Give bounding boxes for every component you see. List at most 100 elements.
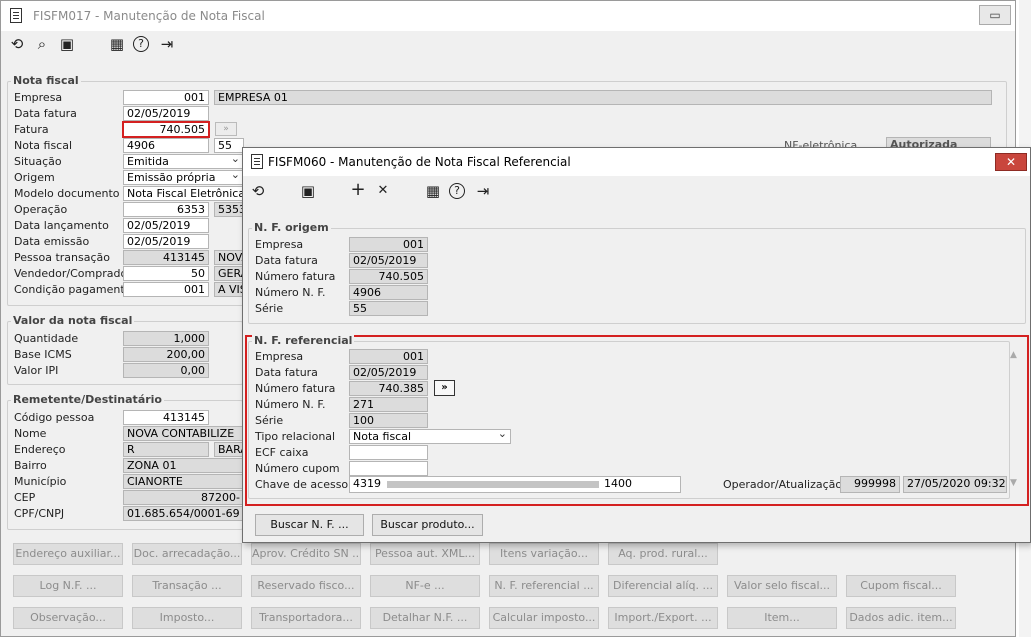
cep-label: CEP (14, 491, 36, 504)
nfe-button[interactable]: NF-e ... (370, 575, 480, 597)
scroll-up-icon[interactable]: ▲ (1010, 350, 1017, 360)
cupom-fiscal-button[interactable]: Cupom fiscal... (846, 575, 956, 597)
ref-serie-label: Série (255, 414, 284, 427)
aq-prod-rural-button[interactable]: Aq. prod. rural... (608, 543, 718, 565)
chave-acesso-field[interactable]: 4319 1400 (349, 476, 681, 493)
condicao-label: Condição pagamento (14, 283, 132, 296)
delete-icon[interactable]: ✕ (374, 182, 392, 200)
document-icon (251, 154, 263, 169)
log-nf-button[interactable]: Log N.F. ... (13, 575, 123, 597)
diferencial-aliq-button[interactable]: Diferencial alíq. ... (608, 575, 718, 597)
ecf-caixa-label: ECF caixa (255, 446, 309, 459)
nf-referencial-button[interactable]: N. F. referencial ... (489, 575, 599, 597)
scroll-down-icon[interactable]: ▼ (1010, 478, 1017, 488)
quantidade-field: 1,000 (123, 331, 209, 346)
situacao-select[interactable]: Emitida (123, 154, 244, 169)
detalhar-nf-button[interactable]: Detalhar N.F. ... (370, 607, 480, 629)
undo-icon[interactable]: ⟲ (8, 35, 26, 53)
valor-ipi-label: Valor IPI (14, 364, 59, 377)
ref-empresa-label: Empresa (255, 350, 304, 363)
item-button[interactable]: Item... (727, 607, 837, 629)
data-lancamento-field[interactable]: 02/05/2019 (123, 218, 209, 233)
import-export-button[interactable]: Import./Export. ... (608, 607, 718, 629)
add-icon[interactable]: + (349, 181, 367, 199)
minimize-button[interactable]: ▭ (979, 5, 1011, 25)
base-icms-label: Base ICMS (14, 348, 72, 361)
exit-icon[interactable]: ⇥ (158, 35, 176, 53)
doc-arrecadacao-button[interactable]: Doc. arrecadação... (132, 543, 242, 565)
data-fatura-field[interactable]: 02/05/2019 (123, 106, 209, 121)
quantidade-label: Quantidade (14, 332, 79, 345)
buscar-produto-button[interactable]: Buscar produto... (372, 514, 483, 536)
calendar-icon[interactable]: ▦ (424, 182, 442, 200)
exit-icon[interactable]: ⇥ (474, 182, 492, 200)
buscar-nf-button[interactable]: Buscar N. F. ... (255, 514, 364, 536)
cpf-field: 01.685.654/0001-69 (123, 506, 244, 521)
chave-acesso-label: Chave de acesso (255, 478, 349, 491)
codigo-pessoa-field[interactable]: 413145 (123, 410, 209, 425)
origem-select[interactable]: Emissão própria (123, 170, 244, 185)
save-icon[interactable]: ▣ (58, 35, 76, 53)
search-icon[interactable]: ⌕ (33, 35, 51, 53)
data-lancamento-label: Data lançamento (14, 219, 109, 232)
itens-variacao-button[interactable]: Itens variação... (489, 543, 599, 565)
operador-label: Operador/Atualização (723, 478, 843, 491)
condicao-desc-field: A VIS (214, 282, 244, 297)
data-emissao-label: Data emissão (14, 235, 90, 248)
ref-serie-field: 100 (349, 413, 428, 428)
empresa-field[interactable]: 001 (123, 90, 209, 105)
reservado-fisco-button[interactable]: Reservado fisco... (251, 575, 361, 597)
referencial-dialog: FISFM060 - Manutenção de Nota Fiscal Ref… (242, 147, 1031, 543)
valor-selo-fiscal-button[interactable]: Valor selo fiscal... (727, 575, 837, 597)
transportadora-button[interactable]: Transportadora... (251, 607, 361, 629)
pessoa-desc-field: NOVA (214, 250, 244, 265)
serie-field[interactable]: 55 (214, 138, 244, 153)
modelo-select[interactable]: Nota Fiscal Eletrônica (N (123, 186, 244, 201)
transacao-button[interactable]: Transação ... (132, 575, 242, 597)
fatura-lookup-icon[interactable]: » (434, 380, 455, 396)
pessoa-label: Pessoa transação (14, 251, 110, 264)
valor-ipi-field: 0,00 (123, 363, 209, 378)
origem-numero-nf-field: 4906 (349, 285, 428, 300)
save-icon[interactable]: ▣ (299, 182, 317, 200)
ref-numero-nf-label: Número N. F. (255, 398, 326, 411)
document-icon (10, 8, 22, 23)
main-titlebar: FISFM017 - Manutenção de Nota Fiscal ▭ (1, 1, 1015, 31)
chave-end: 1400 (604, 477, 632, 490)
fatura-field[interactable]: 740.505 (122, 121, 210, 138)
endereco-field: R (123, 442, 209, 457)
chave-start: 4319 (353, 477, 381, 490)
origem-serie-field: 55 (349, 301, 428, 316)
tipo-relacional-select[interactable]: Nota fiscal (349, 429, 511, 444)
fatura-lookup-icon[interactable]: » (215, 122, 237, 136)
data-emissao-field[interactable]: 02/05/2019 (123, 234, 209, 249)
pessoa-aut-xml-button[interactable]: Pessoa aut. XML... (370, 543, 480, 565)
calendar-icon[interactable]: ▦ (108, 35, 126, 53)
ecf-caixa-field[interactable] (349, 445, 428, 460)
origem-serie-label: Série (255, 302, 284, 315)
operacao-desc-field: 5353 (214, 202, 244, 217)
undo-icon[interactable]: ⟲ (249, 182, 267, 200)
help-icon[interactable]: ? (133, 36, 149, 52)
tipo-relacional-label: Tipo relacional (255, 430, 336, 443)
numero-cupom-field[interactable] (349, 461, 428, 476)
observacao-button[interactable]: Observação... (13, 607, 123, 629)
condicao-field[interactable]: 001 (123, 282, 209, 297)
imposto-button[interactable]: Imposto... (132, 607, 242, 629)
calcular-imposto-button[interactable]: Calcular imposto... (489, 607, 599, 629)
origem-numero-fatura-label: Número fatura (255, 270, 336, 283)
aprov-credito-button[interactable]: Aprov. Crédito SN ... (251, 543, 361, 565)
dialog-titlebar: FISFM060 - Manutenção de Nota Fiscal Ref… (243, 148, 1030, 176)
ref-numero-nf-field: 271 (349, 397, 428, 412)
close-button[interactable]: ✕ (995, 153, 1027, 171)
operacao-field[interactable]: 6353 (123, 202, 209, 217)
nota-fiscal-field[interactable]: 4906 (123, 138, 209, 153)
municipio-field: CIANORTE (123, 474, 244, 489)
endereco-auxiliar-button[interactable]: Endereço auxiliar... (13, 543, 123, 565)
help-icon[interactable]: ? (449, 183, 465, 199)
valor-group-title: Valor da nota fiscal (11, 314, 135, 327)
ref-data-fatura-field: 02/05/2019 (349, 365, 428, 380)
dados-adic-item-button[interactable]: Dados adic. item... (846, 607, 956, 629)
origem-empresa-field: 001 (349, 237, 428, 252)
vendedor-field[interactable]: 50 (123, 266, 209, 281)
